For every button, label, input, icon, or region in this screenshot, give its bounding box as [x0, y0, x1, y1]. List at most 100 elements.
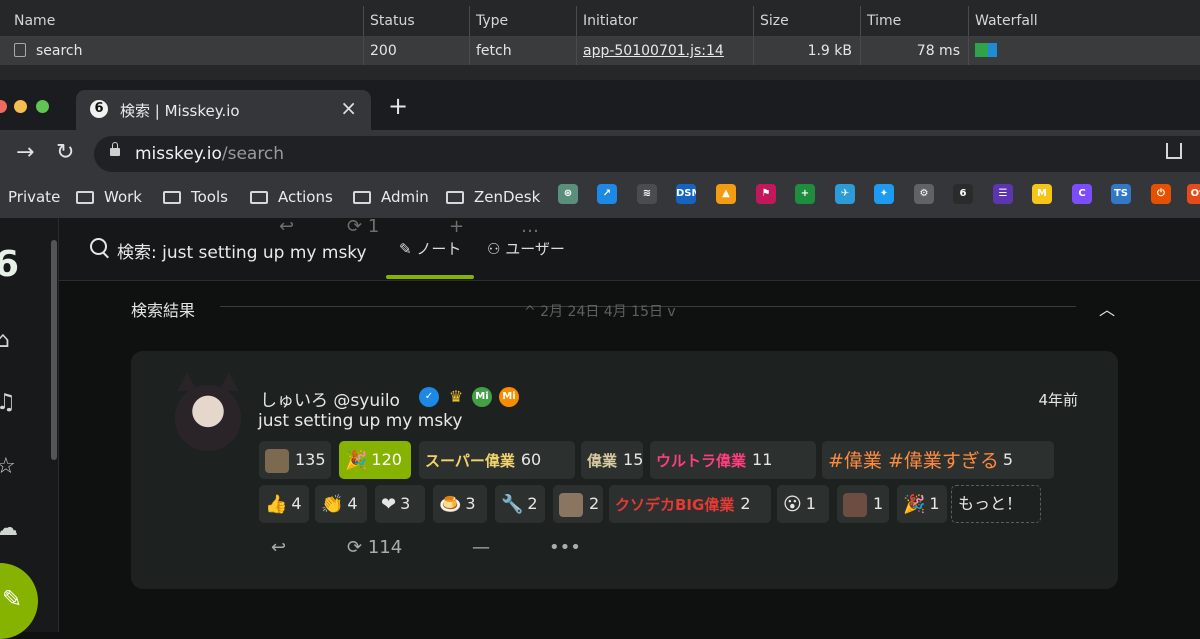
- bookmark-admin[interactable]: Admin: [353, 188, 429, 206]
- plus-icon[interactable]: +: [795, 184, 815, 204]
- renote-button[interactable]: ⟳ 114: [347, 537, 402, 558]
- address-bar[interactable]: misskey.io/search: [94, 136, 1200, 172]
- hummingbird-icon[interactable]: ✈: [835, 184, 855, 204]
- date-navigator[interactable]: ^ 2月 24日 4月 15日 v: [524, 301, 676, 321]
- custom-emoji-cat-icon: [559, 492, 583, 517]
- reaction-9[interactable]: 🍮 3: [433, 485, 487, 523]
- reaction-3[interactable]: 偉業 15: [581, 441, 643, 479]
- home-icon[interactable]: ⌂: [0, 328, 10, 353]
- bookmark-work[interactable]: Work: [76, 188, 142, 206]
- pencil-icon: ✎: [2, 585, 23, 613]
- document-icon: [14, 43, 26, 57]
- new-tab-icon[interactable]: +: [388, 94, 408, 118]
- rss-icon[interactable]: ≋: [637, 184, 657, 204]
- reaction-count: 11: [752, 450, 773, 469]
- tab-users[interactable]: ⚇ ユーザー: [487, 238, 565, 259]
- reaction-10[interactable]: 🔧 2: [495, 485, 545, 523]
- reaction-2[interactable]: スーパー偉業 60: [419, 441, 575, 479]
- reaction-4[interactable]: ウルトラ偉業 11: [650, 441, 816, 479]
- sidebar-scrollbar[interactable]: [51, 240, 57, 460]
- bookmark-tools[interactable]: Tools: [163, 188, 228, 206]
- request-initiator[interactable]: app-50100701.js:14: [576, 37, 753, 65]
- more-reactions-button[interactable]: もっと！: [951, 485, 1041, 523]
- misskey-icon[interactable]: 6: [953, 184, 973, 204]
- bookmark-private[interactable]: Private: [8, 188, 60, 206]
- emoji-icon: 🔧: [501, 493, 524, 515]
- reply-icon[interactable]: ↩: [271, 537, 286, 558]
- more-options-icon[interactable]: •••: [549, 537, 581, 558]
- tab-users-label: ユーザー: [505, 240, 565, 258]
- note-time[interactable]: 4年前: [1038, 389, 1078, 410]
- col-status[interactable]: Status: [363, 6, 469, 36]
- avatar[interactable]: [175, 373, 241, 451]
- minimize-window-icon[interactable]: [14, 100, 27, 113]
- folder-icon: [163, 191, 181, 204]
- bookmark-zendesk[interactable]: ZenDesk: [446, 188, 540, 206]
- collapse-chevron-icon[interactable]: ︿: [1099, 296, 1115, 320]
- reaction-count: 4: [291, 494, 302, 513]
- firebase-icon[interactable]: ▲: [716, 184, 736, 204]
- tab-close-icon[interactable]: ×: [340, 96, 357, 120]
- reaction-0[interactable]: 135: [259, 441, 331, 479]
- reaction-15[interactable]: 🎉 1: [897, 485, 947, 523]
- devtools-network-panel: Name Status Type Initiator Size Time Wat…: [0, 0, 1200, 81]
- reaction-1[interactable]: 🎉 120: [339, 441, 411, 479]
- close-window-icon[interactable]: [0, 100, 7, 113]
- reaction-count: 2: [740, 494, 751, 513]
- custom-emoji-text: スーパー偉業: [425, 451, 515, 470]
- emoji-icon: 🎉: [903, 493, 926, 515]
- compose-note-button[interactable]: ✎: [0, 563, 38, 639]
- bookmark-label: Work: [104, 188, 142, 206]
- col-initiator[interactable]: Initiator: [576, 6, 753, 36]
- initiator-link[interactable]: app-50100701.js:14: [583, 43, 724, 59]
- typescript-icon[interactable]: TS: [1111, 184, 1131, 204]
- note-username[interactable]: しゅいろ @syuilo: [260, 386, 400, 411]
- react-minus-icon[interactable]: —: [472, 537, 490, 558]
- download-icon[interactable]: [1166, 143, 1182, 159]
- bookmark-actions[interactable]: Actions: [250, 188, 333, 206]
- power-icon[interactable]: ⏻: [1151, 184, 1171, 204]
- behind-renote-icon: ⟳: [347, 216, 363, 237]
- col-waterfall[interactable]: Waterfall: [968, 6, 1200, 36]
- bookmark-label: Admin: [381, 188, 429, 206]
- gear-icon[interactable]: ⚙: [914, 184, 934, 204]
- bookmark-label: Actions: [278, 188, 333, 206]
- chart-icon[interactable]: ↗: [597, 184, 617, 204]
- col-type[interactable]: Type: [469, 6, 576, 36]
- forward-icon[interactable]: →: [16, 142, 34, 164]
- star-icon[interactable]: ☆: [0, 454, 16, 479]
- search-query[interactable]: 検索: just setting up my msky: [117, 238, 367, 263]
- tab-title: 検索 | Misskey.io: [120, 102, 240, 120]
- maximize-window-icon[interactable]: [36, 100, 49, 113]
- list-icon[interactable]: ☰: [993, 184, 1013, 204]
- bell-icon[interactable]: ♫: [0, 390, 16, 415]
- tab-notes[interactable]: ✎ ノート: [399, 238, 461, 259]
- url-text[interactable]: misskey.io/search: [135, 144, 284, 164]
- network-request-row[interactable]: search 200 fetch app-50100701.js:14 1.9 …: [0, 37, 1200, 65]
- office-icon[interactable]: Of: [1187, 184, 1200, 204]
- reaction-5[interactable]: #偉業 #偉業すぎる 5: [822, 441, 1054, 479]
- reaction-14[interactable]: 1: [837, 485, 889, 523]
- reaction-count: 2: [527, 494, 538, 513]
- miro-icon[interactable]: M: [1032, 184, 1052, 204]
- cloud-icon[interactable]: ☁: [0, 516, 18, 541]
- reaction-6[interactable]: 👍 4: [259, 485, 309, 523]
- browser-tab[interactable]: 6 検索 | Misskey.io ×: [76, 90, 371, 130]
- reload-icon[interactable]: ↻: [56, 142, 74, 164]
- twitter-icon[interactable]: ✦: [874, 184, 894, 204]
- dsm-icon[interactable]: DSM: [676, 184, 696, 204]
- browser-chrome: 6 検索 | Misskey.io × + → ↻ misskey.io/sea…: [0, 80, 1200, 219]
- reaction-12[interactable]: クソデカBIG偉業 2: [609, 485, 771, 523]
- flags-icon[interactable]: ⚑: [756, 184, 776, 204]
- misskey-logo-icon[interactable]: 6: [0, 244, 19, 285]
- chatgpt-icon[interactable]: ⊛: [558, 184, 578, 204]
- reaction-7[interactable]: 👏 4: [315, 485, 367, 523]
- canva-icon[interactable]: C: [1072, 184, 1092, 204]
- reaction-11[interactable]: 2: [553, 485, 603, 523]
- reaction-count: 3: [400, 494, 411, 513]
- col-time[interactable]: Time: [860, 6, 968, 36]
- col-name[interactable]: Name: [0, 6, 363, 36]
- reaction-8[interactable]: ❤ 3: [375, 485, 425, 523]
- reaction-13[interactable]: 😮 1: [777, 485, 829, 523]
- col-size[interactable]: Size: [753, 6, 860, 36]
